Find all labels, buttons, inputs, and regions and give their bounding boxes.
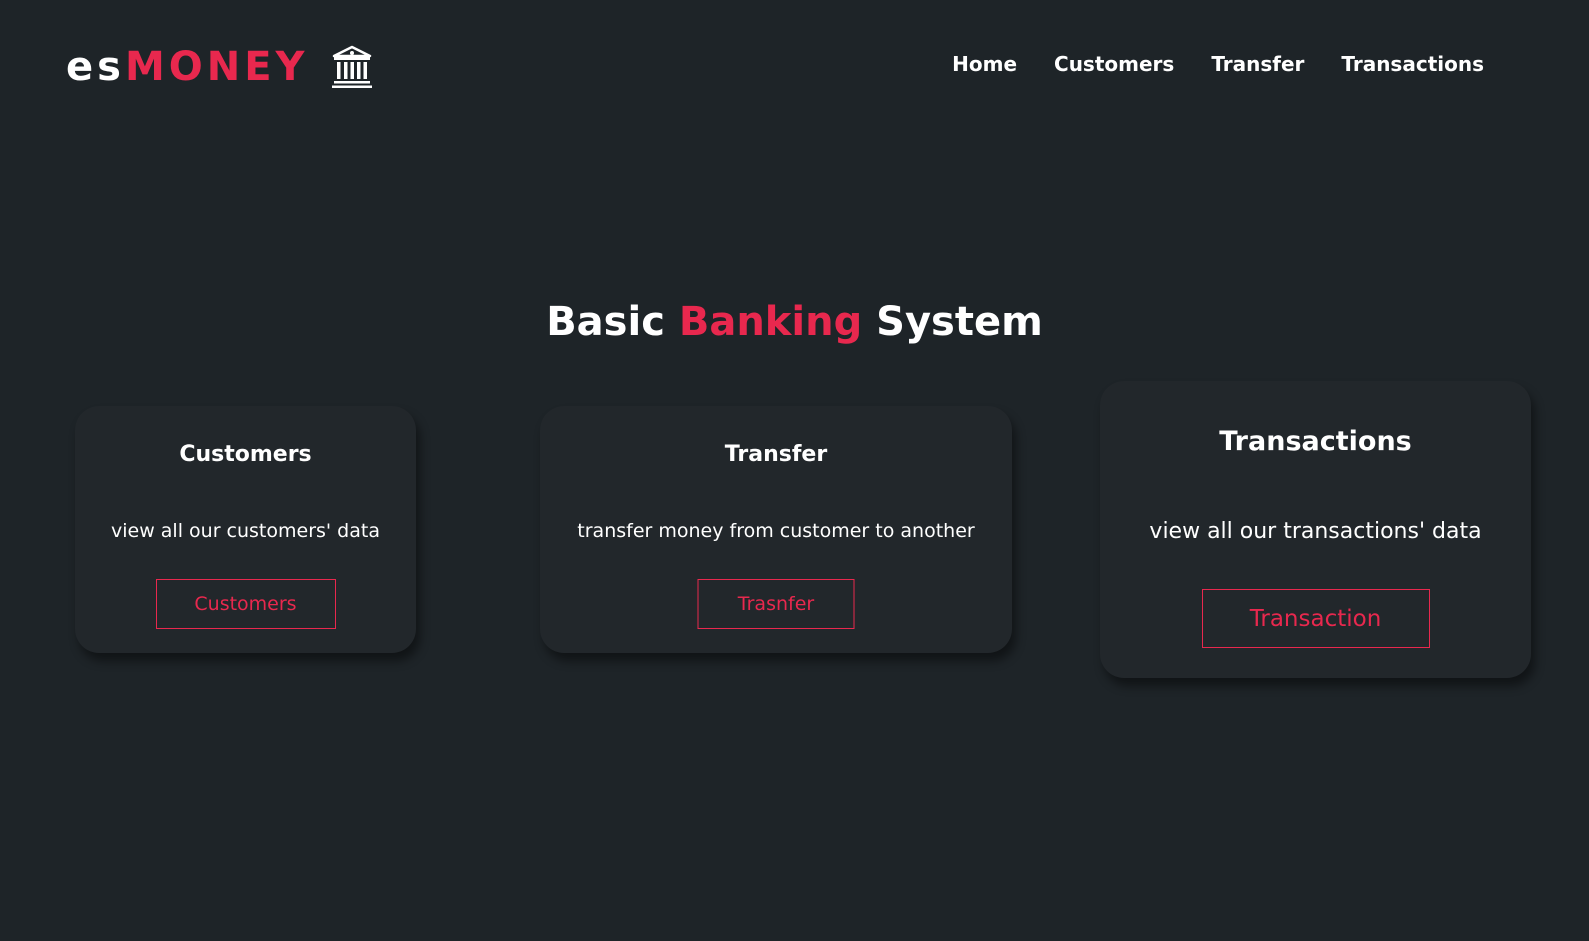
nav-transfer-link[interactable]: Transfer: [1211, 52, 1304, 76]
nav-transactions-link[interactable]: Transactions: [1341, 52, 1484, 76]
bank-icon: [331, 45, 372, 88]
nav-customers-link[interactable]: Customers: [1054, 52, 1174, 76]
transfer-card: Transfer transfer money from customer to…: [540, 406, 1012, 653]
page-title-accent: Banking: [678, 299, 863, 345]
main-nav: Home Customers Transfer Transactions: [952, 52, 1484, 76]
card-description: transfer money from customer to another: [577, 520, 975, 542]
card-description: view all our customers' data: [111, 520, 380, 542]
card-description: view all our transactions' data: [1149, 519, 1482, 544]
customers-button[interactable]: Customers: [155, 579, 336, 629]
logo-text-money: MONEY: [124, 44, 309, 90]
card-title: Customers: [179, 442, 312, 467]
customers-card: Customers view all our customers' data C…: [75, 406, 416, 653]
logo-text-es: es: [66, 44, 125, 90]
card-title: Transactions: [1219, 426, 1412, 457]
transactions-card: Transactions view all our transactions' …: [1100, 381, 1531, 678]
page-title-part2: System: [876, 299, 1043, 345]
page-title: Basic Banking System: [0, 296, 1589, 348]
card-title: Transfer: [724, 442, 828, 467]
logo-text: esMONEY: [66, 42, 309, 92]
transaction-button[interactable]: Transaction: [1201, 589, 1430, 648]
page-title-part1: Basic: [546, 299, 665, 345]
transfer-button[interactable]: Trasnfer: [697, 579, 855, 629]
nav-home-link[interactable]: Home: [952, 52, 1017, 76]
logo[interactable]: esMONEY: [66, 42, 373, 92]
